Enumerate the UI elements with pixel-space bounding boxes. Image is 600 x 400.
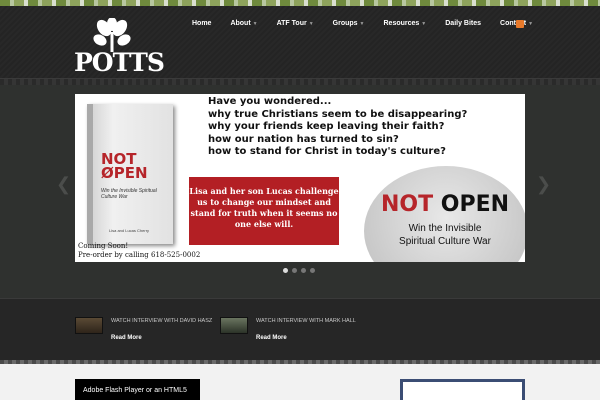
- nav-item-daily-bites[interactable]: Daily Bites: [445, 20, 481, 40]
- coming-soon-text: Coming Soon! Pre-order by calling 618-52…: [78, 242, 201, 259]
- chevron-down-icon: ▼: [308, 21, 314, 27]
- book-title: NOT ØPEN: [101, 150, 148, 182]
- rss-icon[interactable]: [516, 20, 524, 28]
- video-item: Watch interview with Mark Hall Read More: [220, 317, 360, 347]
- nav-item-groups[interactable]: Groups ▼: [333, 20, 365, 40]
- flash-player-placeholder: Adobe Flash Player or an HTML5: [75, 379, 200, 400]
- slider-prev-arrow-icon[interactable]: ❮: [56, 174, 71, 195]
- slider-dot-3[interactable]: [301, 268, 306, 273]
- slide-questions: Have you wondered... why true Christians…: [208, 96, 468, 157]
- slider-pagination: [283, 268, 315, 273]
- book-cover-image: NOT ØPEN Win the Invisible Spiritual Cul…: [87, 104, 173, 244]
- slide-circle-subtitle: Win the Invisible Spiritual Culture War: [399, 223, 491, 247]
- slider-dot-2[interactable]: [292, 268, 297, 273]
- featured-slider: ❮ ❯ NOT ØPEN Win the Invisible Spiritual…: [0, 78, 600, 298]
- nav-item-atf-tour[interactable]: ATF Tour ▼: [277, 20, 314, 40]
- video-interviews-bar: Watch interview with David Hasz Read Mor…: [0, 298, 600, 360]
- video-thumbnail[interactable]: [75, 317, 103, 334]
- slide-banner[interactable]: NOT ØPEN Win the Invisible Spiritual Cul…: [75, 94, 525, 262]
- video-title[interactable]: Watch interview with Mark Hall: [256, 317, 360, 325]
- sidebar-widget: [400, 379, 525, 400]
- slide-callout-box: Lisa and her son Lucas challenge us to c…: [189, 177, 339, 245]
- nav-item-home[interactable]: Home: [192, 20, 211, 40]
- tree-logo-icon: [93, 18, 131, 52]
- read-more-link[interactable]: Read More: [111, 335, 142, 341]
- main-content-area: Adobe Flash Player or an HTML5: [0, 364, 600, 400]
- site-header: POTTS Home About ▼ ATF Tour ▼ Groups ▼ Reso…: [0, 6, 600, 78]
- slider-dot-1[interactable]: [283, 268, 288, 273]
- book-authors: Lisa and Lucas Cherry: [109, 228, 150, 233]
- video-thumbnail[interactable]: [220, 317, 248, 334]
- video-item: Watch interview with David Hasz Read Mor…: [75, 317, 215, 347]
- nav-item-about[interactable]: About ▼: [230, 20, 257, 40]
- book-spine: [87, 104, 93, 244]
- chevron-down-icon: ▼: [252, 21, 258, 27]
- nav-item-resources[interactable]: Resources ▼: [384, 20, 427, 40]
- chevron-down-icon: ▼: [528, 21, 534, 27]
- main-nav: Home About ▼ ATF Tour ▼ Groups ▼ Resources ▼…: [192, 20, 552, 40]
- slide-circle-title: NOT OPEN: [380, 192, 510, 217]
- slider-dot-4[interactable]: [310, 268, 315, 273]
- video-title[interactable]: Watch interview with David Hasz: [111, 317, 215, 325]
- site-logo[interactable]: POTTS: [74, 18, 165, 77]
- book-subtitle: Win the Invisible Spiritual Culture War: [101, 188, 157, 200]
- slider-next-arrow-icon[interactable]: ❯: [536, 174, 551, 195]
- read-more-link[interactable]: Read More: [256, 335, 287, 341]
- chevron-down-icon: ▼: [421, 21, 427, 27]
- logo-wordmark: POTTS: [74, 48, 165, 77]
- chevron-down-icon: ▼: [359, 21, 365, 27]
